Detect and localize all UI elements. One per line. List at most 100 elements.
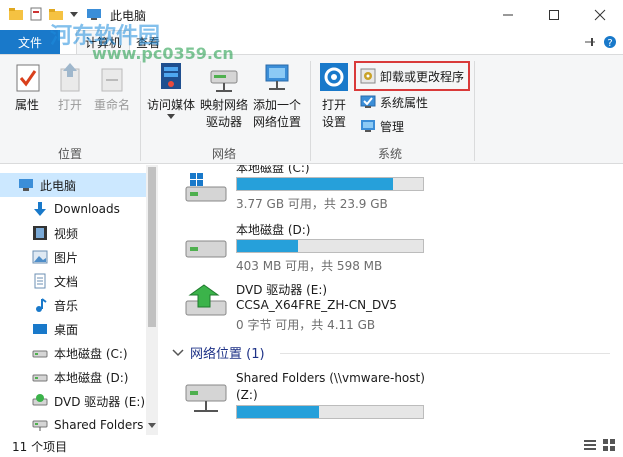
drive-space-info: 0 字节 可用，共 4.11 GB xyxy=(236,318,376,332)
drive-name: 本地磁盘 (D:) xyxy=(236,223,311,237)
system-properties-button[interactable]: 系统属性 xyxy=(360,91,428,113)
drive-usage-fill xyxy=(237,406,319,418)
folder-icon[interactable] xyxy=(8,6,24,22)
access-media-label: 访问媒体 xyxy=(146,98,195,112)
open-settings-label-2: 设置 xyxy=(321,115,346,129)
dvd-icon xyxy=(32,394,48,406)
dropdown-arrow-icon xyxy=(167,114,175,119)
drive-usage-bar xyxy=(236,177,424,191)
drive-volume-label: CCSA_X64FRE_ZH-CN_DV5 xyxy=(236,298,397,312)
drive-letter: (Z:) xyxy=(236,388,258,402)
drive-space-info: 3.77 GB 可用，共 23.9 GB xyxy=(236,197,388,211)
nav-item-pictures[interactable]: 图片 xyxy=(0,245,146,269)
add-network-location-button[interactable]: 添加一个 网络位置 xyxy=(250,61,304,131)
download-icon xyxy=(34,202,46,216)
add-location-label-1: 添加一个 xyxy=(252,98,301,112)
nav-item-dvd-e[interactable]: DVD 驱动器 (E:) xyxy=(0,389,146,413)
navigation-pane: 此电脑 Downloads 视频 图片 文档 音乐 桌面 本地磁盘 (C:) 本… xyxy=(0,165,158,435)
system-group-label: 系统 xyxy=(378,147,403,161)
open-settings-button[interactable]: 打开 设置 xyxy=(316,61,352,131)
drive-usage-bar xyxy=(236,239,424,253)
ribbon: 属性 打开 重命名 位置 访问媒体 映射网络 驱动器 添加一个 网络位置 网络 … xyxy=(0,54,623,164)
minimize-icon xyxy=(503,14,513,16)
drive-usage-fill xyxy=(237,178,394,190)
drive-space-info: 403 MB 可用，共 598 MB xyxy=(236,259,383,273)
ribbon-separator xyxy=(474,61,475,161)
uninstall-label: 卸载或更改程序 xyxy=(380,69,465,84)
nav-item-desktop[interactable]: 桌面 xyxy=(0,317,146,341)
network-location-icon xyxy=(265,64,289,90)
nav-item-label: 图片 xyxy=(54,250,79,265)
video-icon xyxy=(33,226,47,240)
location-group-label: 位置 xyxy=(58,147,83,161)
nav-item-label: 桌面 xyxy=(54,322,79,337)
properties-button[interactable]: 属性 xyxy=(8,61,46,114)
watermark-url: www.pc0359.cn xyxy=(92,44,234,63)
media-server-icon xyxy=(161,63,181,89)
map-drive-label-2: 驱动器 xyxy=(205,115,242,129)
nav-item-music[interactable]: 音乐 xyxy=(0,293,146,317)
nav-item-label: 视频 xyxy=(54,226,79,241)
access-media-button[interactable]: 访问媒体 xyxy=(144,61,198,120)
section-divider xyxy=(280,353,610,354)
nav-item-label: 此电脑 xyxy=(40,178,77,193)
svg-text:?: ? xyxy=(607,38,612,49)
drive-icon xyxy=(32,374,48,382)
drive-usage-bar xyxy=(236,405,424,419)
ribbon-separator xyxy=(310,61,311,161)
pin-ribbon-icon[interactable] xyxy=(582,34,598,50)
scroll-down-icon[interactable] xyxy=(148,421,156,429)
nav-item-label: 本地磁盘 (D:) xyxy=(54,370,129,385)
drive-name: Shared Folders (\\vmware-host) xyxy=(236,371,425,385)
ribbon-separator xyxy=(140,61,141,161)
computer-icon xyxy=(19,179,33,191)
close-button[interactable] xyxy=(577,0,623,30)
nav-item-this-pc[interactable]: 此电脑 xyxy=(0,173,146,197)
drive-icon xyxy=(32,350,48,358)
system-properties-icon xyxy=(360,95,376,108)
nav-item-documents[interactable]: 文档 xyxy=(0,269,146,293)
uninstall-programs-button[interactable]: 卸载或更改程序 xyxy=(360,65,464,87)
details-view-icon[interactable] xyxy=(583,438,597,452)
properties-check-icon xyxy=(16,64,40,92)
nav-item-videos[interactable]: 视频 xyxy=(0,221,146,245)
maximize-icon xyxy=(549,10,559,20)
network-locations-header[interactable]: 网络位置 (1) xyxy=(172,343,265,362)
drive-name: DVD 驱动器 (E:) xyxy=(236,283,328,297)
minimize-button[interactable] xyxy=(485,0,531,30)
rename-button[interactable]: 重命名 xyxy=(90,61,134,114)
nav-item-shared-folders[interactable]: Shared Folders xyxy=(0,413,146,435)
large-icons-view-icon[interactable] xyxy=(602,438,616,452)
section-title: 网络位置 (1) xyxy=(190,347,265,362)
settings-gear-icon xyxy=(320,63,348,91)
nav-item-drive-c[interactable]: 本地磁盘 (C:) xyxy=(0,341,146,365)
map-drive-label-1: 映射网络 xyxy=(199,98,248,112)
network-drive-icon xyxy=(185,384,227,412)
network-drive-icon xyxy=(32,420,48,431)
nav-item-label: 文档 xyxy=(54,274,79,289)
nav-item-label: 音乐 xyxy=(54,298,79,313)
maximize-button[interactable] xyxy=(531,0,577,30)
properties-label: 属性 xyxy=(14,98,39,112)
map-network-drive-button[interactable]: 映射网络 驱动器 xyxy=(198,61,250,131)
manage-label: 管理 xyxy=(380,119,405,134)
properties-quick-icon[interactable] xyxy=(28,6,44,22)
nav-item-label: Downloads xyxy=(54,202,120,216)
windows-drive-icon xyxy=(185,173,227,202)
desktop-icon xyxy=(33,324,47,334)
nav-item-label: Shared Folders xyxy=(54,418,144,432)
nav-item-label: 本地磁盘 (C:) xyxy=(54,346,128,361)
nav-item-drive-d[interactable]: 本地磁盘 (D:) xyxy=(0,365,146,389)
help-icon[interactable]: ? xyxy=(602,34,618,50)
nav-item-downloads[interactable]: Downloads xyxy=(0,197,146,221)
drive-icon xyxy=(185,240,227,258)
dvd-drive-icon xyxy=(185,284,227,316)
close-icon xyxy=(594,9,606,21)
chevron-down-icon xyxy=(172,348,184,356)
nav-item-label: DVD 驱动器 (E:) xyxy=(54,394,146,409)
manage-button[interactable]: 管理 xyxy=(360,115,404,137)
add-location-label-2: 网络位置 xyxy=(252,115,301,129)
nav-scrollbar-thumb[interactable] xyxy=(148,167,156,327)
open-button[interactable]: 打开 xyxy=(52,61,88,114)
status-bar: 11 个项目 xyxy=(0,435,623,457)
